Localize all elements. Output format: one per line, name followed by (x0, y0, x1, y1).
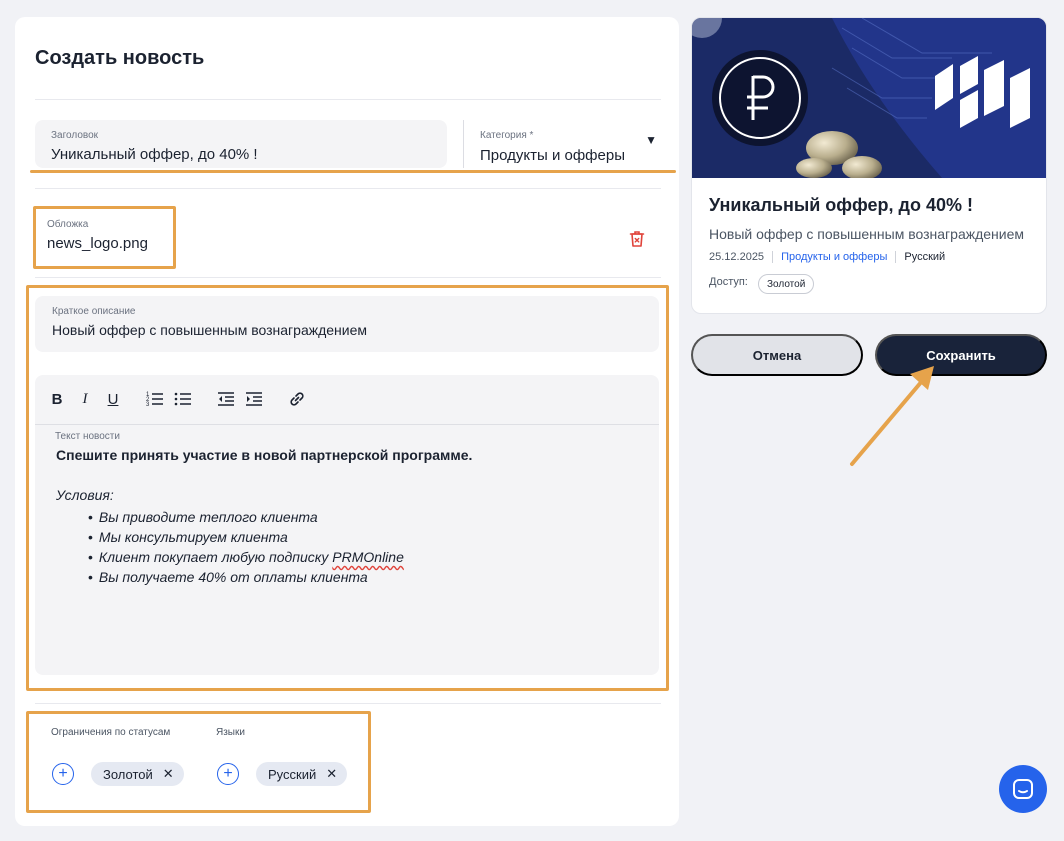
headline-field[interactable]: Заголовок Уникальный оффер, до 40% ! (35, 120, 447, 168)
list-item-text: Клиент покупает любую подписку (98, 549, 333, 565)
preview-language: Русский (904, 251, 946, 263)
list-item: Клиент покупает любую подписку PRMOnline (88, 547, 472, 567)
category-select[interactable]: Категория * Продукты и офферы ▼ (463, 120, 661, 168)
bold-paragraph: Спешите принять участие в новой партнерс… (56, 447, 473, 463)
trash-icon[interactable] (627, 229, 647, 249)
news-text-content[interactable]: Спешите принять участие в новой партнерс… (56, 447, 472, 587)
languages-label: Языки (216, 727, 245, 738)
chat-icon (1013, 779, 1033, 799)
cover-field[interactable]: Обложка news_logo.png (35, 209, 171, 265)
cover-label: Обложка (47, 219, 89, 230)
close-icon[interactable]: ✕ (326, 766, 337, 782)
chevron-down-icon[interactable]: ▼ (645, 133, 657, 147)
preview-description: Новый оффер с повышенным вознаграждением (709, 226, 1025, 242)
bold-icon[interactable]: B (47, 389, 67, 409)
access-chip: Золотой (758, 274, 815, 294)
meta-separator (772, 251, 774, 263)
short-description-value[interactable]: Новый оффер с повышенным вознаграждением (52, 322, 367, 338)
page-title: Создать новость (35, 47, 205, 69)
cancel-button[interactable]: Отмена (691, 334, 863, 376)
highlight-arrow (850, 366, 934, 466)
short-description-field[interactable]: Краткое описание Новый оффер с повышенны… (35, 296, 659, 352)
chat-button[interactable] (999, 765, 1047, 813)
short-description-label: Краткое описание (52, 306, 136, 317)
category-value: Продукты и офферы (480, 147, 625, 164)
close-icon[interactable]: ✕ (163, 766, 174, 782)
status-chip-label: Золотой (103, 766, 153, 782)
underline-icon[interactable]: U (103, 389, 123, 409)
news-cover-image (692, 18, 1046, 178)
editor-toolbar: B I U 1 2 3 (35, 375, 659, 425)
category-label: Категория * (480, 130, 534, 141)
outdent-icon[interactable] (216, 389, 236, 409)
add-language-button[interactable]: + (217, 763, 239, 785)
list-item: Вы приводите теплого клиента (88, 507, 472, 527)
preview-category[interactable]: Продукты и офферы (781, 251, 887, 263)
divider (35, 99, 661, 100)
headline-label: Заголовок (51, 130, 99, 141)
list-item: Вы получаете 40% от оплаты клиента (88, 567, 472, 587)
headline-value[interactable]: Уникальный оффер, до 40% ! (51, 146, 258, 163)
ordered-list-icon[interactable]: 1 2 3 (145, 389, 165, 409)
status-restrictions-label: Ограничения по статусам (51, 727, 171, 738)
list-item: Мы консультируем клиента (88, 527, 472, 547)
meta-separator (895, 251, 897, 263)
spellcheck-word: PRMOnline (332, 549, 404, 565)
status-chip: Золотой ✕ (91, 762, 184, 786)
add-status-button[interactable]: + (52, 763, 74, 785)
news-text-editor[interactable]: B I U 1 2 3 Текст новости Спешите принят… (35, 375, 659, 675)
link-icon[interactable] (287, 389, 307, 409)
divider (35, 703, 661, 704)
highlight-underline (30, 170, 676, 173)
language-chip: Русский ✕ (256, 762, 348, 786)
preview-date: 25.12.2025 (709, 251, 765, 263)
cover-filename: news_logo.png (47, 235, 148, 252)
divider (35, 277, 661, 278)
conditions-list: Вы приводите теплого клиента Мы консульт… (88, 507, 472, 587)
svg-text:3: 3 (146, 402, 150, 408)
bullet-list-icon[interactable] (173, 389, 193, 409)
access-label: Доступ: (709, 276, 748, 288)
create-news-form: Создать новость Заголовок Уникальный офф… (15, 17, 679, 826)
news-preview-card: Уникальный оффер, до 40% ! Новый оффер с… (691, 17, 1047, 314)
italic-icon[interactable]: I (75, 389, 95, 409)
conditions-title: Условия: (56, 487, 114, 503)
language-chip-label: Русский (268, 766, 317, 782)
divider (35, 188, 661, 189)
indent-icon[interactable] (244, 389, 264, 409)
preview-title: Уникальный оффер, до 40% ! (709, 195, 973, 215)
preview-meta: 25.12.2025 Продукты и офферы Русский (709, 251, 945, 263)
news-text-label: Текст новости (55, 431, 120, 442)
